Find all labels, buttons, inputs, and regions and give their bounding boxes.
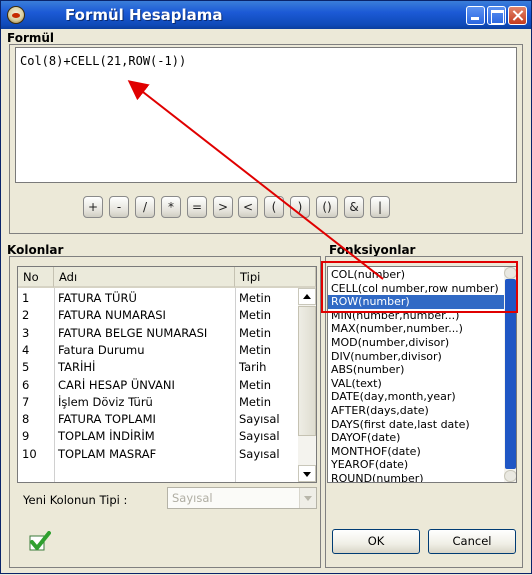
scroll-up-icon[interactable] — [298, 288, 316, 305]
cell-type: Sayısal — [239, 446, 280, 461]
close-icon[interactable] — [508, 6, 527, 25]
cell-type: Metin — [239, 308, 271, 323]
function-item[interactable]: VAL(text) — [328, 377, 506, 391]
operator-button-close-paren[interactable]: ) — [290, 196, 310, 218]
cell-no: 4 — [22, 342, 30, 357]
maximize-icon[interactable] — [487, 6, 506, 25]
table-row[interactable]: 3 FATURA BELGE NUMARASI Metin — [18, 325, 298, 342]
column-header-no[interactable]: No — [18, 267, 54, 288]
cell-no: 7 — [22, 394, 30, 409]
operator-button-less[interactable]: < — [238, 196, 258, 218]
cell-no: 3 — [22, 325, 30, 340]
columns-scrollbar[interactable] — [298, 288, 316, 482]
table-row[interactable]: 5 TARİHİ Tarih — [18, 359, 298, 376]
operator-button-parens[interactable]: () — [316, 196, 338, 218]
formula-dialog: Formül Hesaplama Formül Col(8)+CELL(21,R… — [0, 0, 532, 574]
function-item[interactable]: ROUND(number) — [328, 472, 506, 482]
cell-no: 8 — [22, 412, 30, 427]
cell-name: FATURA NUMARASI — [58, 308, 166, 323]
cell-no: 2 — [22, 308, 30, 323]
cell-type: Sayısal — [239, 412, 280, 427]
formula-input[interactable]: Col(8)+CELL(21,ROW(-1)) — [15, 47, 517, 183]
cell-no: 10 — [22, 446, 37, 461]
cell-name: FATURA TÜRÜ — [58, 291, 137, 305]
function-item[interactable]: ABS(number) — [328, 363, 506, 377]
operator-button-ampersand[interactable]: & — [344, 196, 364, 218]
columns-list[interactable]: No Adı Tipi 1 FATURA TÜRÜ Metin 2 FATURA NUM… — [17, 266, 317, 483]
new-column-type-value: Sayısal — [172, 491, 213, 505]
cell-name: Fatura Durumu — [58, 342, 145, 357]
table-row[interactable]: 1 FATURA TÜRÜ Metin — [18, 290, 298, 307]
function-item[interactable]: DAYOF(date) — [328, 431, 506, 445]
operator-button-minus[interactable]: - — [109, 196, 129, 218]
cell-name: TOPLAM İNDİRİM — [58, 429, 155, 444]
operator-button-open-paren[interactable]: ( — [264, 196, 284, 218]
table-row[interactable]: 10 TOPLAM MASRAF Sayısal — [18, 446, 298, 463]
column-header-name[interactable]: Adı — [54, 267, 235, 288]
app-icon[interactable] — [7, 6, 25, 24]
formula-section-label: Formül — [7, 31, 55, 45]
cancel-button[interactable]: Cancel — [428, 529, 516, 554]
columns-section-label: Kolonlar — [7, 243, 64, 257]
function-item[interactable]: YEAROF(date) — [328, 458, 506, 472]
cell-name: TARİHİ — [58, 360, 96, 375]
function-item[interactable]: DIV(number,divisor) — [328, 350, 506, 364]
function-item[interactable]: AFTER(days,date) — [328, 404, 506, 418]
scroll-down-icon[interactable] — [298, 465, 316, 482]
scroll-down-icon[interactable] — [504, 470, 516, 482]
cell-type: Tarih — [239, 360, 267, 375]
operator-button-greater[interactable]: > — [213, 196, 233, 218]
new-column-type-label: Yeni Kolonun Tipi : — [23, 493, 128, 507]
cell-type: Metin — [239, 377, 271, 392]
annotation-highlight-box — [321, 261, 518, 313]
operator-button-plus[interactable]: + — [83, 196, 103, 218]
column-header-type[interactable]: Tipi — [235, 267, 316, 288]
checkmark-icon[interactable] — [29, 531, 51, 554]
cell-no: 5 — [22, 360, 30, 375]
cell-type: Sayısal — [239, 429, 280, 444]
cell-name: TOPLAM MASRAF — [58, 446, 157, 461]
function-item[interactable]: MOD(number,divisor) — [328, 336, 506, 350]
new-column-type-select: Sayısal — [167, 487, 317, 509]
ok-button[interactable]: OK — [332, 529, 420, 554]
operator-button-pipe[interactable]: | — [370, 196, 390, 218]
function-item[interactable]: DAYS(first date,last date) — [328, 418, 506, 432]
cell-name: İşlem Döviz Türü — [58, 394, 153, 409]
cell-name: FATURA BELGE NUMARASI — [58, 325, 208, 340]
title-bar[interactable]: Formül Hesaplama — [1, 1, 531, 29]
cell-no: 9 — [22, 429, 30, 444]
cell-no: 1 — [22, 291, 30, 305]
cell-name: CARİ HESAP ÜNVANI — [58, 377, 175, 392]
table-row[interactable]: 2 FATURA NUMARASI Metin — [18, 307, 298, 324]
cell-type: Metin — [239, 325, 271, 340]
cell-type: Metin — [239, 291, 271, 305]
operator-button-divide[interactable]: / — [135, 196, 155, 218]
function-item[interactable]: MONTHOF(date) — [328, 445, 506, 459]
minimize-icon[interactable] — [466, 6, 485, 25]
table-row[interactable]: 9 TOPLAM İNDİRİM Sayısal — [18, 428, 298, 445]
cell-type: Metin — [239, 342, 271, 357]
scroll-thumb[interactable] — [298, 306, 316, 436]
function-item[interactable]: MAX(number,number...) — [328, 322, 506, 336]
operator-button-equals[interactable]: = — [187, 196, 207, 218]
window-title: Formül Hesaplama — [65, 6, 223, 24]
function-item[interactable]: DATE(day,month,year) — [328, 390, 506, 404]
chevron-down-icon — [299, 488, 316, 508]
table-row[interactable]: 8 FATURA TOPLAMI Sayısal — [18, 411, 298, 428]
table-row[interactable]: 4 Fatura Durumu Metin — [18, 342, 298, 359]
cell-no: 6 — [22, 377, 30, 392]
table-row[interactable]: 6 CARİ HESAP ÜNVANI Metin — [18, 377, 298, 394]
functions-section-label: Fonksiyonlar — [329, 243, 416, 257]
cell-type: Metin — [239, 394, 271, 409]
cell-name: FATURA TOPLAMI — [58, 412, 156, 427]
table-row[interactable]: 7 İşlem Döviz Türü Metin — [18, 394, 298, 411]
operator-button-multiply[interactable]: * — [161, 196, 181, 218]
